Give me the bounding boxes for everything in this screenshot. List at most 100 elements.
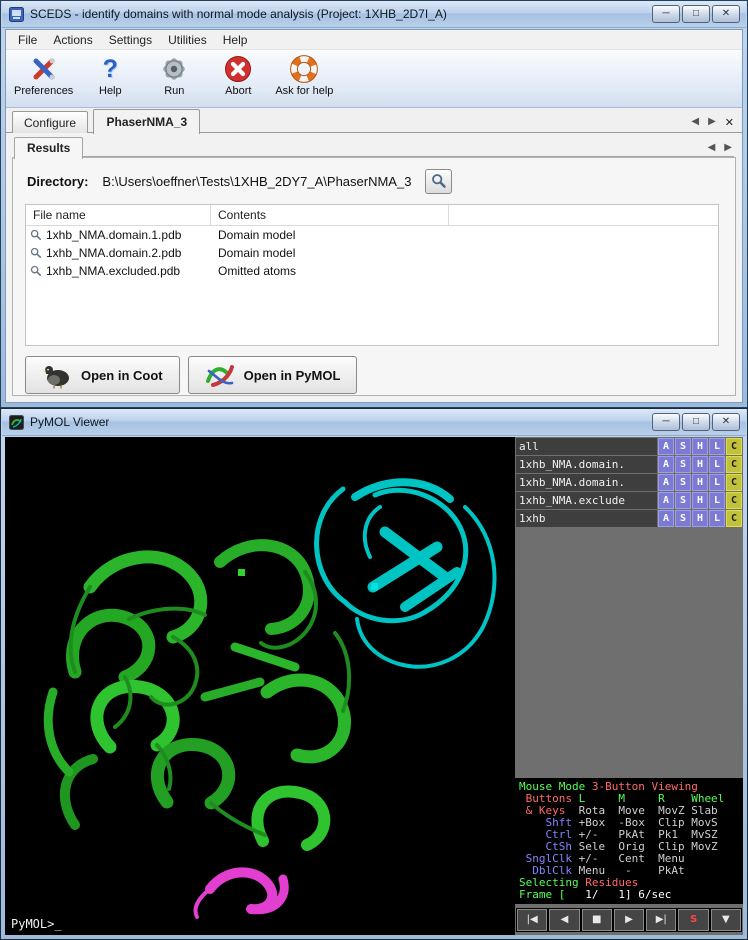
- tab-phasernma-3[interactable]: PhaserNMA_3: [93, 109, 200, 134]
- show-menu-button[interactable]: S: [675, 438, 691, 455]
- menu-item-help[interactable]: Help: [215, 31, 256, 49]
- menu-item-utilities[interactable]: Utilities: [160, 31, 215, 49]
- object-name[interactable]: 1xhb_NMA.domain.: [516, 474, 657, 491]
- color-menu-button[interactable]: C: [726, 474, 742, 491]
- label-menu-button[interactable]: L: [709, 456, 725, 473]
- vcr-menu-button[interactable]: ▼: [711, 909, 741, 931]
- open-in-coot-button[interactable]: Open in Coot: [25, 356, 180, 394]
- vcr-back-button[interactable]: ◀: [549, 909, 579, 931]
- color-menu-button[interactable]: C: [726, 492, 742, 509]
- label-menu-button[interactable]: L: [709, 510, 725, 527]
- open-in-pymol-button[interactable]: Open in PyMOL: [188, 356, 358, 394]
- vcr-stop-button[interactable]: ■: [582, 909, 612, 931]
- hide-menu-button[interactable]: H: [692, 438, 708, 455]
- action-menu-button[interactable]: A: [658, 438, 674, 455]
- magnifier-icon: [30, 265, 42, 277]
- tab-scroll-left-icon[interactable]: ◀: [691, 116, 699, 129]
- magnifier-icon: [30, 247, 42, 259]
- close-button[interactable]: ✕: [712, 413, 740, 431]
- pymol-titlebar[interactable]: PyMOL Viewer ─ □ ✕: [2, 409, 746, 436]
- maximize-button[interactable]: □: [682, 413, 710, 431]
- results-panel: Directory: B:\Users\oeffner\Tests\1XHB_2…: [12, 157, 736, 396]
- sceds-titlebar[interactable]: SCEDS - identify domains with normal mod…: [2, 1, 746, 28]
- help-button[interactable]: ? Help: [83, 54, 137, 97]
- object-name[interactable]: 1xhb_NMA.exclude: [516, 492, 657, 509]
- action-menu-button[interactable]: A: [658, 492, 674, 509]
- tab-scroll-right-icon[interactable]: ▶: [708, 116, 716, 129]
- object-row[interactable]: 1xhb_NMA.exclude A S H L C: [516, 492, 742, 509]
- object-row[interactable]: 1xhb_NMA.domain. A S H L C: [516, 474, 742, 491]
- object-name[interactable]: 1xhb_NMA.domain.: [516, 456, 657, 473]
- minimize-button[interactable]: ─: [652, 413, 680, 431]
- ask-for-help-label: Ask for help: [275, 85, 333, 97]
- label-menu-button[interactable]: L: [709, 474, 725, 491]
- table-row[interactable]: 1xhb_NMA.domain.1.pdb Domain model: [26, 226, 718, 244]
- hide-menu-button[interactable]: H: [692, 510, 708, 527]
- minimize-button[interactable]: ─: [652, 5, 680, 23]
- table-header-contents[interactable]: Contents: [211, 205, 449, 225]
- abort-button[interactable]: Abort: [211, 54, 265, 97]
- action-menu-button[interactable]: A: [658, 510, 674, 527]
- color-menu-button[interactable]: C: [726, 438, 742, 455]
- search-icon: [431, 173, 447, 189]
- vcr-s-button[interactable]: S: [678, 909, 708, 931]
- open-in-pymol-label: Open in PyMOL: [244, 368, 341, 383]
- vcr-rewind-button[interactable]: |◀: [517, 909, 547, 931]
- table-row[interactable]: 1xhb_NMA.domain.2.pdb Domain model: [26, 244, 718, 262]
- tab-bar: Configure PhaserNMA_3 ◀ ▶ ✕: [6, 108, 742, 133]
- color-menu-button[interactable]: C: [726, 456, 742, 473]
- label-menu-button[interactable]: L: [709, 438, 725, 455]
- action-menu-button[interactable]: A: [658, 456, 674, 473]
- action-menu-button[interactable]: A: [658, 474, 674, 491]
- open-in-coot-label: Open in Coot: [81, 368, 163, 383]
- hide-menu-button[interactable]: H: [692, 474, 708, 491]
- label-menu-button[interactable]: L: [709, 492, 725, 509]
- hide-menu-button[interactable]: H: [692, 456, 708, 473]
- life-ring-icon: [289, 54, 319, 84]
- results-scroll-right-icon[interactable]: ▶: [724, 142, 732, 153]
- show-menu-button[interactable]: S: [675, 510, 691, 527]
- show-menu-button[interactable]: S: [675, 492, 691, 509]
- close-button[interactable]: ✕: [712, 5, 740, 23]
- pymol-viewport[interactable]: PyMOL>_: [5, 437, 517, 935]
- vcr-forward-button[interactable]: ▶|: [646, 909, 676, 931]
- tab-close-icon[interactable]: ✕: [725, 116, 734, 129]
- color-menu-button[interactable]: C: [726, 510, 742, 527]
- ask-for-help-button[interactable]: Ask for help: [275, 54, 333, 97]
- hide-menu-button[interactable]: H: [692, 492, 708, 509]
- table-header: File name Contents: [26, 205, 718, 226]
- show-menu-button[interactable]: S: [675, 474, 691, 491]
- command-prompt[interactable]: PyMOL>_: [11, 917, 62, 931]
- maximize-button[interactable]: □: [682, 5, 710, 23]
- pymol-window: PyMOL Viewer ─ □ ✕: [0, 408, 748, 940]
- pymol-app-icon: [9, 415, 24, 430]
- table-row[interactable]: 1xhb_NMA.excluded.pdb Omitted atoms: [26, 262, 718, 280]
- browse-button[interactable]: [425, 169, 452, 194]
- object-row[interactable]: 1xhb_NMA.domain. A S H L C: [516, 456, 742, 473]
- results-tab-bar: Results ◀ ▶: [14, 135, 734, 157]
- show-menu-button[interactable]: S: [675, 456, 691, 473]
- desktop: SCEDS - identify domains with normal mod…: [0, 0, 748, 940]
- table-header-file-name[interactable]: File name: [26, 205, 211, 225]
- pymol-window-title: PyMOL Viewer: [30, 415, 109, 429]
- object-name[interactable]: all: [516, 438, 657, 455]
- file-name-cell: 1xhb_NMA.excluded.pdb: [46, 264, 180, 278]
- directory-row: Directory: B:\Users\oeffner\Tests\1XHB_2…: [27, 168, 452, 194]
- pymol-client-area: PyMOL>_ all A S H L C 1xhb_NMA.domain. A…: [5, 437, 743, 935]
- legend-line: Frame [ 1/ 1] 6/sec: [519, 889, 739, 901]
- object-name[interactable]: 1xhb: [516, 510, 657, 527]
- preferences-button[interactable]: Preferences: [14, 54, 73, 97]
- object-row[interactable]: all A S H L C: [516, 438, 742, 455]
- object-row[interactable]: 1xhb A S H L C: [516, 510, 742, 527]
- menu-item-file[interactable]: File: [10, 31, 45, 49]
- vcr-play-button[interactable]: ▶: [614, 909, 644, 931]
- menu-item-actions[interactable]: Actions: [45, 31, 100, 49]
- tab-results[interactable]: Results: [14, 137, 83, 159]
- object-panel: all A S H L C 1xhb_NMA.domain. A S H L C…: [515, 437, 743, 935]
- results-scroll-left-icon[interactable]: ◀: [708, 142, 716, 153]
- contents-cell: Domain model: [211, 246, 295, 260]
- sceds-client-area: File Actions Settings Utilities Help Pre…: [5, 29, 743, 403]
- menu-item-settings[interactable]: Settings: [101, 31, 160, 49]
- run-button[interactable]: Run: [147, 54, 201, 97]
- tab-configure[interactable]: Configure: [12, 111, 88, 133]
